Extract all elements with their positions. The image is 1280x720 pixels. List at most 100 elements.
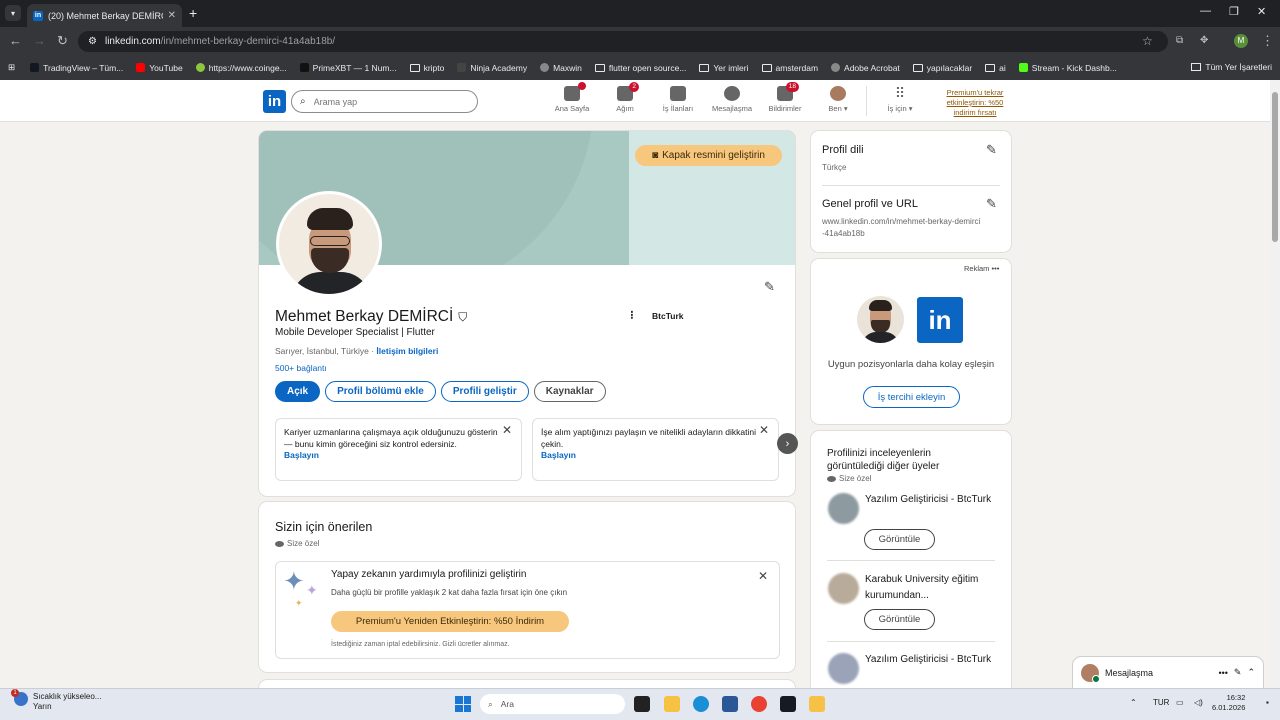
viewer-avatar[interactable] xyxy=(828,493,859,524)
suggestion-card: İşe alım yaptığınızı paylaşın ve nitelik… xyxy=(532,418,779,481)
chrome-icon[interactable] xyxy=(751,696,767,712)
start-link[interactable]: Başlayın xyxy=(541,450,770,462)
messaging-overlay[interactable]: Mesajlaşma ••• ✎ ⌃ xyxy=(1073,657,1263,688)
bookmark-folder[interactable]: flutter open source... xyxy=(594,63,686,73)
profile-photo[interactable] xyxy=(276,191,382,297)
nav-me[interactable]: Ben ▾ xyxy=(813,86,863,113)
resources-button[interactable]: Kaynaklar xyxy=(533,381,606,402)
input-language[interactable]: TUR xyxy=(1153,698,1169,707)
viewer-name[interactable]: Karabuk University eğitim kurumundan... xyxy=(865,572,995,604)
next-arrow-icon[interactable]: › xyxy=(777,433,798,454)
bookmark-item[interactable]: Stream - Kick Dashb... xyxy=(1018,63,1117,73)
minimize-icon[interactable]: — xyxy=(1200,5,1211,17)
tab-search-icon[interactable]: ▾ xyxy=(5,5,21,21)
viewer-avatar[interactable] xyxy=(828,573,859,604)
close-icon[interactable]: ✕ xyxy=(759,424,769,437)
nav-network[interactable]: 2 Ağım xyxy=(600,82,650,113)
profile-avatar-icon[interactable]: M xyxy=(1234,34,1248,48)
profile-name: Mehmet Berkay DEMİRCİ ⛉ xyxy=(275,308,468,325)
linkedin-logo-icon[interactable]: in xyxy=(263,90,286,113)
edit-language-icon[interactable]: ✎ xyxy=(986,142,997,158)
site-info-icon[interactable]: ⚙ xyxy=(88,36,97,47)
message-icon xyxy=(724,86,740,101)
more-options-icon[interactable]: ••• xyxy=(1218,668,1227,678)
bookmark-folder[interactable]: amsterdam xyxy=(761,63,818,73)
browser-tab[interactable]: in (20) Mehmet Berkay DEMİRCİ | ✕ xyxy=(27,4,182,27)
enhance-profile-button[interactable]: Profili geliştir xyxy=(440,381,529,402)
store-icon[interactable] xyxy=(722,696,738,712)
compose-icon[interactable]: ✎ xyxy=(1234,667,1242,678)
bookmark-item[interactable]: Adobe Acrobat xyxy=(831,63,900,73)
add-section-button[interactable]: Profil bölümü ekle xyxy=(325,381,436,402)
search-box[interactable]: ⌕ xyxy=(291,90,478,113)
close-icon[interactable]: ✕ xyxy=(502,424,512,437)
bookmark-folder[interactable]: yapılacaklar xyxy=(912,63,972,73)
verified-shield-icon[interactable]: ⛉ xyxy=(458,310,467,325)
viewer-avatar[interactable] xyxy=(828,653,859,684)
nav-notifications[interactable]: 18 Bildirimler xyxy=(760,82,810,113)
close-tab-icon[interactable]: ✕ xyxy=(168,10,176,21)
view-button[interactable]: Görüntüle xyxy=(864,609,935,630)
back-icon[interactable]: ← xyxy=(9,33,22,48)
network-icon[interactable]: ▭ xyxy=(1176,698,1184,707)
bookmark-folder[interactable]: Yer imleri xyxy=(699,63,749,73)
volume-icon[interactable]: ◁) xyxy=(1194,698,1203,707)
tray-chevron-icon[interactable]: ⌃ xyxy=(1130,698,1137,707)
clock[interactable]: 16:32 6.01.2026 xyxy=(1212,693,1245,713)
bookmark-item[interactable]: Ninja Academy xyxy=(457,63,527,73)
edit-intro-icon[interactable]: ✎ xyxy=(764,279,775,295)
open-to-button[interactable]: Açık xyxy=(275,381,321,402)
nav-messaging[interactable]: Mesajlaşma xyxy=(707,86,757,113)
view-button[interactable]: Görüntüle xyxy=(864,529,935,550)
start-link[interactable]: Başlayın xyxy=(284,450,513,462)
search-input[interactable] xyxy=(313,96,454,107)
task-view-icon[interactable] xyxy=(634,696,650,712)
weather-widget[interactable]: 1 Sıcaklık yükseleo... Yarın xyxy=(11,689,101,712)
file-explorer-icon[interactable] xyxy=(664,696,680,712)
new-tab-icon[interactable]: + xyxy=(189,5,197,21)
connections-link[interactable]: 500+ bağlantı xyxy=(275,363,327,373)
forward-icon[interactable]: → xyxy=(33,33,46,48)
edge-icon[interactable] xyxy=(693,696,709,712)
nav-business[interactable]: ⠿ İş için ▾ xyxy=(875,86,925,113)
window-close-icon[interactable]: ✕ xyxy=(1257,5,1266,18)
bookmark-item[interactable]: https://www.coinge... xyxy=(195,63,287,73)
close-icon[interactable]: ✕ xyxy=(758,569,768,583)
nav-home[interactable]: Ana Sayfa xyxy=(547,82,597,113)
avatar xyxy=(1081,663,1100,683)
bookmark-item[interactable]: YouTube xyxy=(136,63,183,73)
reload-icon[interactable]: ↻ xyxy=(57,33,68,49)
extension-icon[interactable]: ⧉ xyxy=(1176,35,1183,46)
app-icon[interactable] xyxy=(809,696,825,712)
bookmark-star-icon[interactable]: ☆ xyxy=(1142,34,1153,48)
start-icon[interactable] xyxy=(455,696,471,712)
bookmark-item[interactable]: Maxwin xyxy=(540,63,582,73)
taskbar-search[interactable]: ⌕ Ara xyxy=(480,694,625,714)
steam-icon[interactable] xyxy=(780,696,796,712)
restore-icon[interactable]: ❐ xyxy=(1229,5,1239,18)
more-options-icon[interactable]: ••• xyxy=(992,264,1000,273)
notification-icon[interactable]: ▪ xyxy=(1266,698,1269,707)
add-job-preference-button[interactable]: İş tercihi ekleyin xyxy=(863,386,960,408)
url-bar[interactable]: ⚙ linkedin.com/in/mehmet-berkay-demirci-… xyxy=(78,31,1168,52)
current-company[interactable]: ⁝ BtcTurk xyxy=(630,308,684,324)
bookmark-folder[interactable]: kripto xyxy=(409,63,444,73)
menu-icon[interactable]: ⋮ xyxy=(1261,33,1274,49)
puzzle-icon[interactable]: ✥ xyxy=(1200,35,1208,46)
bookmark-item[interactable]: PrimeXBT — 1 Num... xyxy=(299,63,397,73)
scrollbar-thumb[interactable] xyxy=(1272,92,1278,242)
edit-url-icon[interactable]: ✎ xyxy=(986,196,997,212)
premium-link[interactable]: Premium'u tekrar etkinleştirin: %50 indi… xyxy=(940,88,1010,118)
nav-jobs[interactable]: İş İlanları xyxy=(653,86,703,113)
premium-reactivate-button[interactable]: Premium'u Yeniden Etkinleştirin: %50 İnd… xyxy=(331,611,569,632)
viewer-name[interactable]: Yazılım Geliştiricisi - BtcTurk xyxy=(865,652,995,668)
chevron-up-icon[interactable]: ⌃ xyxy=(1247,667,1255,678)
bookmark-item[interactable]: TradingView – Tüm... xyxy=(30,63,123,73)
bookmark-folder[interactable]: ai xyxy=(985,63,1006,73)
viewer-name[interactable]: Yazılım Geliştiricisi - BtcTurk xyxy=(865,492,995,508)
all-bookmarks[interactable]: Tüm Yer İşaretleri xyxy=(1191,62,1272,72)
profile-language-value: Türkçe xyxy=(822,163,847,172)
improve-cover-button[interactable]: ◙ Kapak resmini geliştirin xyxy=(635,145,782,166)
contact-info-link[interactable]: İletişim bilgileri xyxy=(376,346,438,356)
apps-icon[interactable]: ⊞ xyxy=(8,62,15,73)
